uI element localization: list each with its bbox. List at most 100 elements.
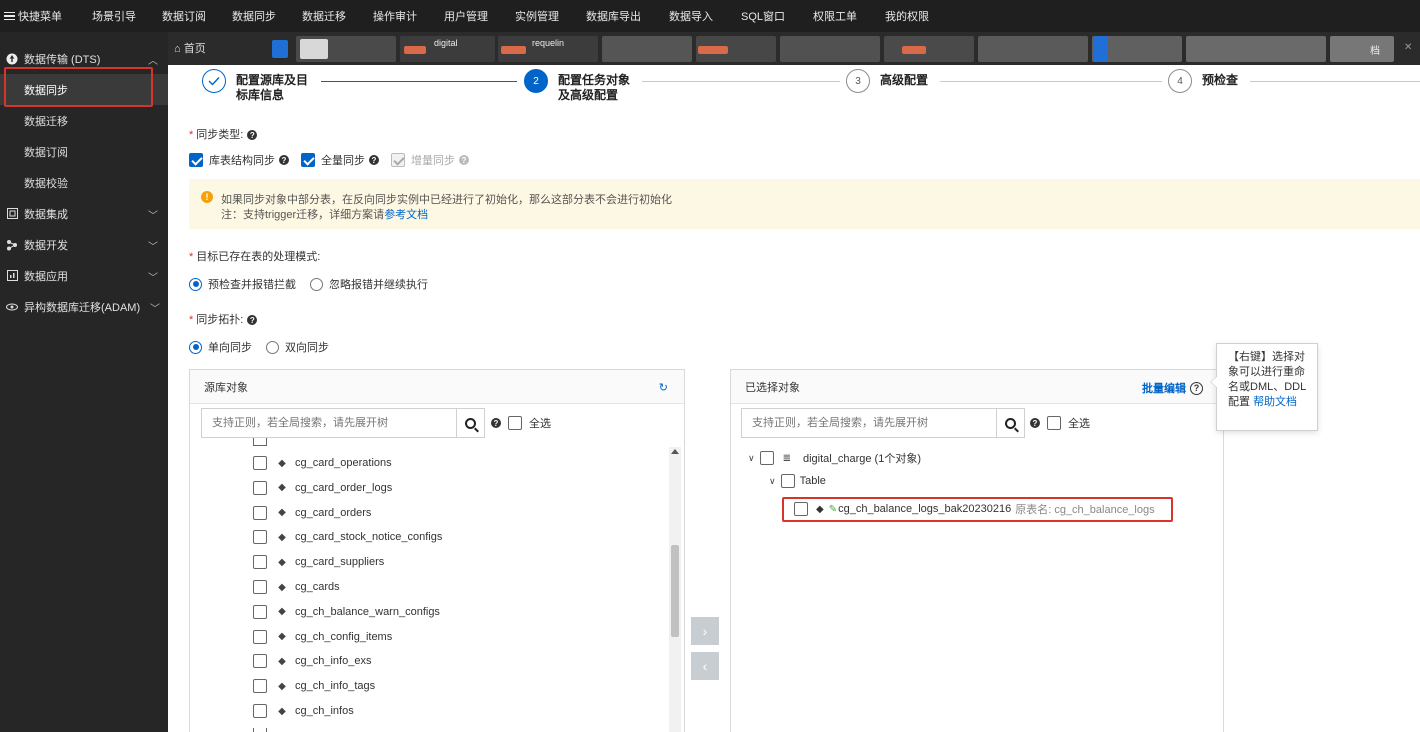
tab-blurred-6[interactable] <box>780 36 880 62</box>
refresh-icon[interactable]: ↻ <box>659 381 668 394</box>
option-ignore-continue[interactable]: 忽略报错并继续执行 <box>310 276 428 292</box>
sidebar-group-integration[interactable]: 数据集成 ﹀ <box>0 198 168 229</box>
option-precheck-block[interactable]: 预检查并报错拦截 <box>189 276 296 292</box>
nav-item-sql-window[interactable]: SQL窗口 <box>741 0 785 32</box>
table-checkbox[interactable] <box>253 654 267 669</box>
batch-edit-control[interactable]: 批量编辑 ? <box>1142 380 1203 396</box>
ignore-continue-radio[interactable] <box>310 277 323 291</box>
database-checkbox[interactable] <box>759 451 774 465</box>
chevron-down-icon: ﹀ <box>150 304 160 315</box>
table-checkbox[interactable] <box>253 480 267 495</box>
nav-item-instances[interactable]: 实例管理 <box>515 0 559 32</box>
list-item[interactable]: ◆ cg_card_operations <box>253 455 392 471</box>
tab-home[interactable]: ⌂ 首页 <box>174 40 206 56</box>
table-icon: ◆ <box>278 507 286 519</box>
list-item[interactable]: ◆ cg_ch_infos <box>253 703 354 719</box>
table-checkbox[interactable] <box>253 530 267 545</box>
two-way-radio[interactable] <box>266 340 279 354</box>
nav-item-my-permission[interactable]: 我的权限 <box>885 0 929 32</box>
table-checkbox[interactable] <box>253 555 267 570</box>
help-icon[interactable]: ? <box>369 155 379 165</box>
move-right-button[interactable]: › <box>691 617 719 645</box>
active-tab-icon[interactable] <box>272 40 288 58</box>
table-checkbox[interactable] <box>253 456 267 470</box>
sidebar-group-adam[interactable]: 异构数据库迁移(ADAM) ﹀ <box>0 291 168 322</box>
help-doc-link[interactable]: 帮助文档 <box>1253 396 1297 408</box>
list-item[interactable]: ◆ cg_ch_info_tags <box>253 678 375 694</box>
option-one-way[interactable]: 单向同步 <box>189 339 252 355</box>
list-item[interactable]: ◆ cg_cards <box>253 579 340 595</box>
sidebar-group-dev[interactable]: 数据开发 ﹀ <box>0 229 168 260</box>
nav-item-migrate[interactable]: 数据迁移 <box>302 0 346 32</box>
table-checkbox[interactable] <box>253 580 267 594</box>
full-sync-checkbox[interactable] <box>301 153 315 167</box>
quick-menu[interactable]: 快捷菜单 <box>4 0 80 32</box>
sidebar-item-data-subscribe[interactable]: 数据订阅 <box>0 136 168 167</box>
table-icon: ◆ <box>278 655 286 667</box>
selected-select-all[interactable]: 全选 <box>1047 415 1090 431</box>
help-icon[interactable]: ? <box>247 130 258 141</box>
selected-search-button[interactable] <box>996 409 1024 437</box>
list-item[interactable]: ◆ cg_card_orders <box>253 505 371 521</box>
schema-sync-checkbox[interactable] <box>189 153 203 167</box>
source-search-input[interactable] <box>202 409 456 437</box>
one-way-radio[interactable] <box>189 340 202 354</box>
topology-label: * 同步拓扑:? <box>189 311 258 327</box>
nav-item-scene-guide[interactable]: 场景引导 <box>92 0 136 32</box>
precheck-block-radio[interactable] <box>189 277 202 291</box>
tab-blurred-11[interactable] <box>1330 36 1394 62</box>
list-item[interactable]: ◆ cg_ch_balance_warn_configs <box>253 604 440 620</box>
tree-node-table-folder[interactable]: ∨ Table <box>769 474 826 488</box>
table-checkbox[interactable] <box>253 629 267 644</box>
nav-item-sync[interactable]: 数据同步 <box>232 0 276 32</box>
table-checkbox[interactable] <box>253 505 267 520</box>
table-checkbox[interactable] <box>253 679 267 694</box>
option-schema-sync[interactable]: 库表结构同步 ? <box>189 152 289 168</box>
source-select-all-checkbox[interactable] <box>508 416 522 430</box>
source-list-scrollbar[interactable] <box>669 447 681 732</box>
source-select-all[interactable]: 全选 <box>508 415 551 431</box>
tree-node-database[interactable]: ∨ ≣ digital_charge (1个对象) <box>748 450 921 466</box>
tab-blurred-10[interactable] <box>1186 36 1326 62</box>
option-two-way[interactable]: 双向同步 <box>266 339 329 355</box>
selected-select-all-checkbox[interactable] <box>1047 416 1061 430</box>
nav-item-audit[interactable]: 操作审计 <box>373 0 417 32</box>
list-item[interactable]: ◆ cg_card_suppliers <box>253 554 384 570</box>
scrollbar-thumb[interactable] <box>671 545 679 637</box>
help-icon[interactable]: ? <box>247 315 258 326</box>
selected-search-input[interactable] <box>742 409 996 437</box>
list-item[interactable]: ◆ cg_ch_info_exs <box>253 653 371 669</box>
move-left-button[interactable]: ‹ <box>691 652 719 680</box>
help-icon[interactable]: ? <box>279 155 289 165</box>
nav-item-db-export[interactable]: 数据库导出 <box>586 0 641 32</box>
table-folder-checkbox[interactable] <box>780 474 795 488</box>
nav-item-users[interactable]: 用户管理 <box>444 0 488 32</box>
list-item-partial[interactable] <box>253 727 267 732</box>
help-icon[interactable]: ? <box>459 155 469 165</box>
tab-close-icon[interactable]: ✕ <box>1404 42 1412 53</box>
list-item[interactable]: ◆ cg_card_order_logs <box>253 480 392 496</box>
tab-blurred-8[interactable] <box>978 36 1088 62</box>
tab-blurred-7[interactable] <box>884 36 974 62</box>
sidebar-item-data-migrate[interactable]: 数据迁移 <box>0 105 168 136</box>
source-search-button[interactable] <box>456 409 484 437</box>
list-item[interactable]: ◆ cg_ch_config_items <box>253 629 392 645</box>
table-checkbox[interactable] <box>253 727 267 732</box>
scroll-up-arrow[interactable] <box>671 449 679 454</box>
tab-blurred-4[interactable] <box>602 36 692 62</box>
question-circle-icon[interactable]: ? <box>1190 381 1203 395</box>
chevron-down-icon[interactable]: ∨ <box>769 476 776 487</box>
sidebar-group-app[interactable]: 数据应用 ﹀ <box>0 260 168 291</box>
nav-item-permission-ticket[interactable]: 权限工单 <box>813 0 857 32</box>
help-icon[interactable]: ? <box>491 418 501 428</box>
table-checkbox[interactable] <box>253 704 267 718</box>
sidebar-item-data-verify[interactable]: 数据校验 <box>0 167 168 198</box>
chevron-down-icon[interactable]: ∨ <box>748 453 755 464</box>
option-full-sync[interactable]: 全量同步 ? <box>301 152 379 168</box>
nav-item-import[interactable]: 数据导入 <box>669 0 713 32</box>
nav-item-subscribe[interactable]: 数据订阅 <box>162 0 206 32</box>
list-item[interactable]: ◆ cg_card_stock_notice_configs <box>253 529 442 545</box>
table-checkbox[interactable] <box>253 604 267 619</box>
reference-doc-link[interactable]: 参考文档 <box>384 209 428 221</box>
help-icon[interactable]: ? <box>1030 418 1040 428</box>
